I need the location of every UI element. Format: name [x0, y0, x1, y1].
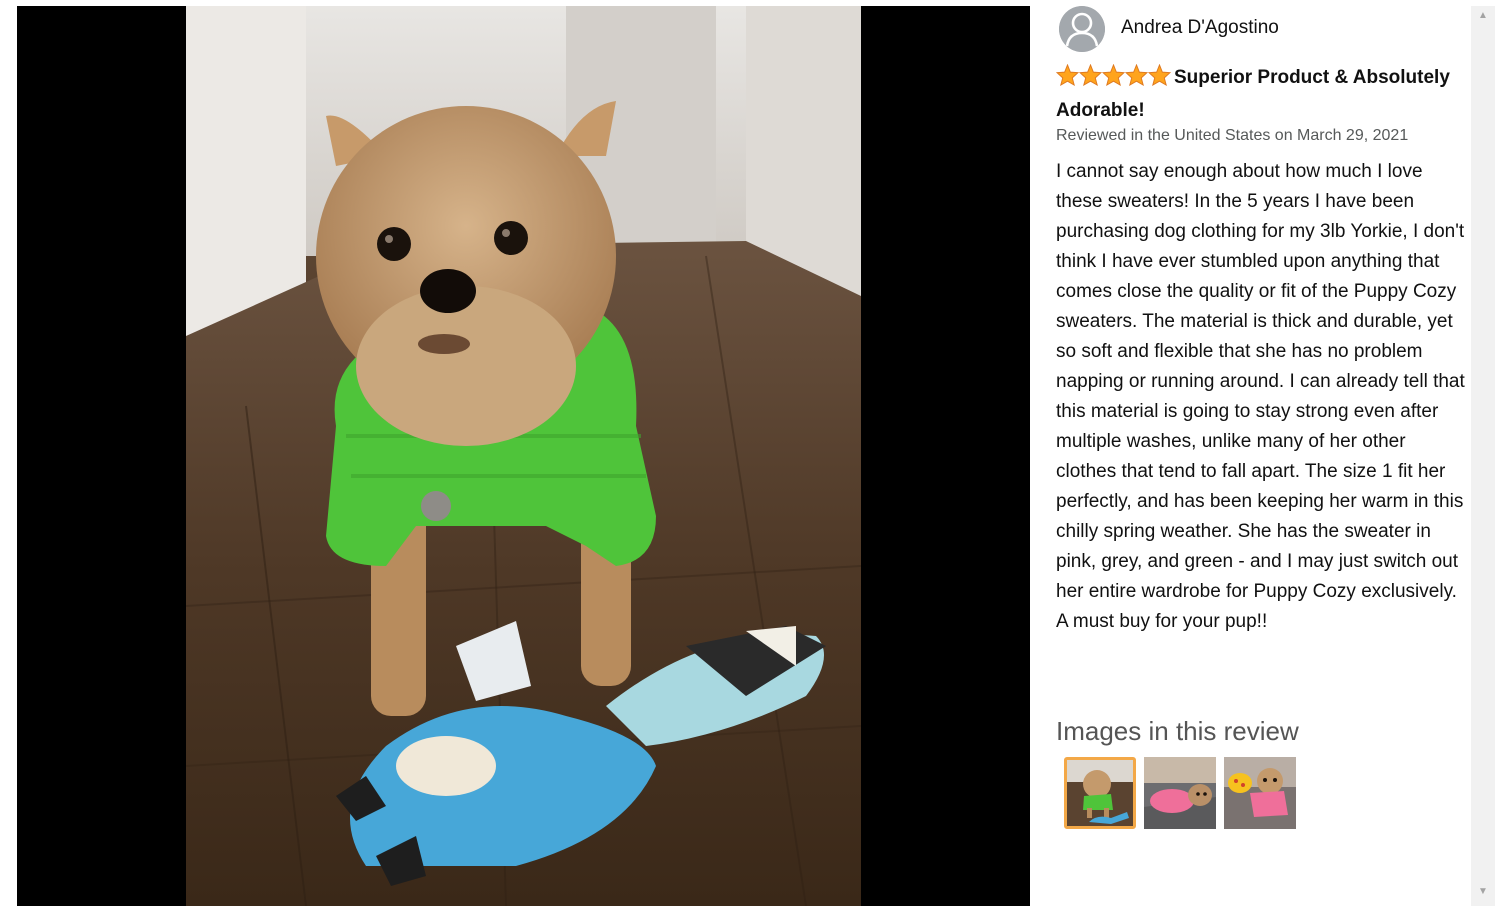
review-panel: Andrea D'Agostino Superior Product & Abs…: [1056, 6, 1470, 906]
review-title-row: Superior Product & Absolutely Adorable!: [1056, 63, 1466, 126]
star-icon: [1148, 64, 1171, 86]
images-section-heading: Images in this review: [1056, 716, 1299, 746]
image-viewer: [17, 6, 1030, 906]
star-icon: [1056, 64, 1079, 86]
main-review-photo[interactable]: [186, 6, 861, 906]
thumbnail-pink-sweater-lying-photo[interactable]: [1144, 757, 1216, 829]
thumbnail-strip: [1064, 757, 1304, 829]
triangle-down-icon[interactable]: ▼: [1471, 884, 1495, 900]
star-icon: [1102, 64, 1125, 86]
author-row: Andrea D'Agostino: [1059, 6, 1279, 52]
star-icon: [1079, 64, 1102, 86]
person-silhouette-icon: [1059, 6, 1105, 52]
review-author-name[interactable]: Andrea D'Agostino: [1121, 17, 1279, 39]
star-icon: [1125, 64, 1148, 86]
thumbnail-pink-sweater-toy-photo[interactable]: [1224, 757, 1296, 829]
thumbnail-green-sweater-photo[interactable]: [1064, 757, 1136, 829]
review-body-text: I cannot say enough about how much I lov…: [1056, 161, 1465, 632]
panel-scrollbar[interactable]: ▲ ▼: [1471, 6, 1495, 906]
review-date: Reviewed in the United States on March 2…: [1056, 127, 1409, 144]
star-rating: [1056, 64, 1171, 96]
triangle-up-icon[interactable]: ▲: [1471, 8, 1495, 24]
